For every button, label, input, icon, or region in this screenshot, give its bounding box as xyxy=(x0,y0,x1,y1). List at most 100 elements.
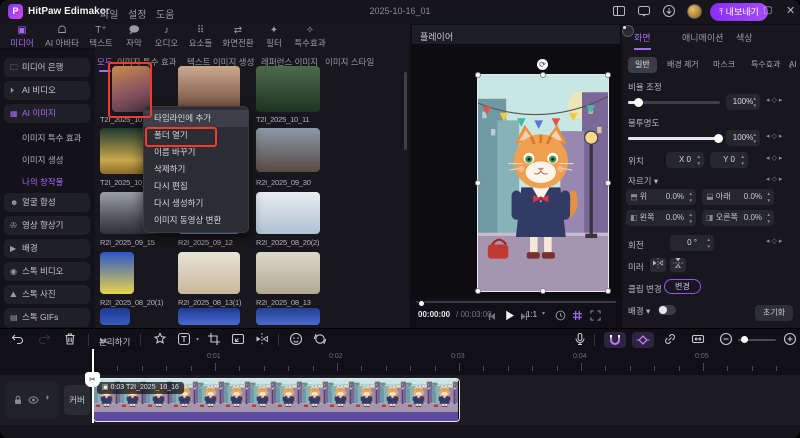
redo-icon[interactable] xyxy=(36,332,52,348)
cover-button[interactable]: 커버 xyxy=(64,385,90,415)
filter-tab-0[interactable]: 모두 xyxy=(97,56,113,68)
keyframe-control[interactable]: ◂◇▸ xyxy=(766,96,796,104)
selection-handle[interactable] xyxy=(605,288,611,294)
position-x[interactable]: X 0▲▼ xyxy=(666,152,704,168)
selection-handle[interactable] xyxy=(540,288,546,294)
stepper-icon[interactable]: ▲▼ xyxy=(689,190,693,204)
timeline-ruler[interactable]: 0:010:020:030:040:05 xyxy=(0,351,800,373)
timeline-zoom-slider[interactable] xyxy=(738,339,776,341)
stepper-icon[interactable]: ▲▼ xyxy=(767,190,771,204)
change-button[interactable]: 변경 xyxy=(664,279,701,294)
context-menu-item-3[interactable]: 삭제하기 xyxy=(144,161,248,178)
media-thumbnail[interactable] xyxy=(256,308,320,325)
selection-handle[interactable] xyxy=(605,180,611,186)
prev-frame-icon[interactable] xyxy=(488,308,497,326)
close-button[interactable]: ✕ xyxy=(786,5,795,17)
fullscreen-icon[interactable] xyxy=(590,308,601,326)
minimize-button[interactable]: — xyxy=(741,5,752,17)
sidebar-item-1[interactable]: ⏵AI 비디오 xyxy=(4,81,90,100)
stepper-icon[interactable]: ▲▼ xyxy=(689,211,693,225)
sidebar-item-6[interactable]: ☻얼굴 합성 xyxy=(4,193,90,212)
grid-icon[interactable] xyxy=(572,308,583,326)
text-tool-icon[interactable] xyxy=(176,332,192,348)
stepper-icon[interactable]: ▲▼ xyxy=(753,131,757,145)
crop-bottom[interactable]: ◧ 아래0.0%▲▼ xyxy=(702,189,774,205)
sidebar-item-7[interactable]: ✇영상 향상기 xyxy=(4,216,90,235)
mirror-horizontal-icon[interactable] xyxy=(650,258,666,272)
mic-icon[interactable] xyxy=(572,332,588,348)
tab-fx[interactable]: ✧특수효과 xyxy=(290,25,330,49)
context-menu-item-2[interactable]: 이름 바꾸기 xyxy=(144,144,248,161)
chevron-down-icon[interactable]: ▾ xyxy=(196,336,199,343)
playhead-cut-handle[interactable]: ✂ xyxy=(85,372,100,387)
reset-button[interactable]: 초기화 xyxy=(755,305,793,321)
props-subtab-2[interactable]: 마스크 xyxy=(706,57,742,73)
context-menu-item-5[interactable]: 다시 생성하기 xyxy=(144,195,248,212)
props-tab-2[interactable]: 색상 xyxy=(736,31,753,44)
timeline-zoom-knob[interactable] xyxy=(741,336,748,343)
opacity-slider-knob[interactable] xyxy=(714,134,723,143)
props-tab-1[interactable]: 애니메이션 xyxy=(682,31,723,44)
sidebar-item-3[interactable]: 이미지 특수 효과 xyxy=(22,132,81,144)
mute-icon[interactable]: ◑ xyxy=(44,392,49,402)
sidebar-item-2[interactable]: ▦AI 이미지 xyxy=(4,104,90,123)
export-button[interactable]: ⤒ 내보내기 xyxy=(710,3,768,21)
keyframe-control[interactable]: ◂◇▸ xyxy=(766,175,796,183)
sidebar-item-0[interactable]: 🗀미디어 은행 xyxy=(4,58,90,77)
face-icon[interactable] xyxy=(288,332,304,348)
chevron-down-icon[interactable]: ▾ xyxy=(542,310,545,317)
zoom-ratio[interactable]: 1:1 xyxy=(526,310,537,319)
stepper-icon[interactable]: ▲▼ xyxy=(707,236,711,250)
filter-tab-4[interactable]: 이미지 스타일 xyxy=(325,56,374,68)
media-thumbnail[interactable] xyxy=(256,66,320,112)
lock-icon[interactable] xyxy=(13,392,23,410)
link-icon[interactable] xyxy=(662,332,678,348)
zoom-in-icon[interactable] xyxy=(782,332,798,348)
media-thumbnail[interactable] xyxy=(100,252,134,294)
media-scrollbar[interactable] xyxy=(404,72,407,150)
scale-slider[interactable] xyxy=(628,101,720,104)
media-thumbnail[interactable] xyxy=(178,252,240,294)
timeline-clip[interactable]: ▣ 0:03 T2I_2025_10_16 xyxy=(93,378,460,422)
scissors-icon[interactable]: ✂ xyxy=(96,332,112,348)
undo-icon[interactable] xyxy=(10,332,26,348)
tab-elements[interactable]: ⠿요소들 xyxy=(183,25,218,49)
feedback-icon[interactable] xyxy=(637,4,653,20)
menu-file[interactable]: 파일 xyxy=(100,6,118,21)
stepper-icon[interactable]: ▲▼ xyxy=(697,153,701,167)
media-thumbnail[interactable] xyxy=(256,252,320,294)
mirror-vertical-icon[interactable] xyxy=(670,258,686,272)
crop-top[interactable]: ◧ 위0.0%▲▼ xyxy=(626,189,696,205)
autokf-icon[interactable] xyxy=(632,332,654,348)
sticker-icon[interactable] xyxy=(152,332,168,348)
context-menu-item-0[interactable]: 타임라인에 추가 xyxy=(144,110,248,127)
sidebar-item-4[interactable]: 이미지 생성 xyxy=(22,154,63,166)
scale-slider-knob[interactable] xyxy=(634,98,643,107)
keyframe-control[interactable]: ◂◇▸ xyxy=(766,132,796,140)
seek-knob[interactable] xyxy=(418,300,425,307)
rotate-dial[interactable] xyxy=(622,25,634,37)
props-subtab-0[interactable]: 일반 xyxy=(628,57,657,73)
flip-icon[interactable] xyxy=(254,332,270,348)
media-thumbnail[interactable] xyxy=(112,66,150,112)
play-button[interactable] xyxy=(504,308,515,326)
props-tab-0[interactable]: 화면 xyxy=(634,31,651,44)
tab-audio[interactable]: ♪오디오 xyxy=(150,25,183,49)
media-thumbnail[interactable] xyxy=(256,128,320,172)
seek-bar[interactable] xyxy=(416,301,616,303)
sidebar-item-5[interactable]: 나의 창작물 xyxy=(22,176,63,188)
selection-handle[interactable] xyxy=(605,72,611,78)
stepper-icon[interactable]: ▲▼ xyxy=(753,95,757,109)
pip-icon[interactable] xyxy=(230,332,246,348)
media-thumbnail[interactable] xyxy=(178,308,240,325)
scale-value[interactable]: 100%▲▼ xyxy=(726,94,760,110)
sidebar-item-11[interactable]: ▤스톡 GIFs xyxy=(4,308,90,327)
context-menu-item-1[interactable]: 폴더 열기 xyxy=(144,127,248,144)
user-avatar[interactable] xyxy=(687,4,702,19)
position-y[interactable]: Y 0▲▼ xyxy=(710,152,748,168)
selection-handle[interactable] xyxy=(475,72,481,78)
selection-handle[interactable] xyxy=(475,180,481,186)
faceswap-icon[interactable] xyxy=(312,332,328,348)
layout-icon[interactable] xyxy=(612,4,628,20)
selection-handle[interactable] xyxy=(540,72,546,78)
